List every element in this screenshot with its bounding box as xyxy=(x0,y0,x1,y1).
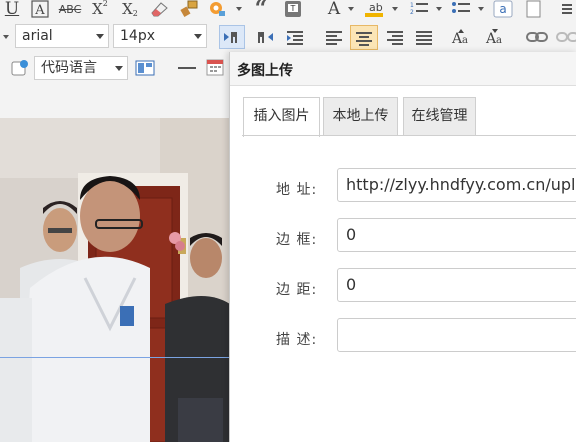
dialog-header: 多图上传 xyxy=(230,52,576,86)
align-center-icon[interactable] xyxy=(350,25,378,50)
insert-code-icon[interactable] xyxy=(10,58,30,78)
paste-plain-icon[interactable]: T xyxy=(282,0,304,18)
font-size-value: 14px xyxy=(120,28,155,44)
border-field[interactable]: 0 xyxy=(337,218,576,252)
eraser-icon[interactable] xyxy=(148,0,170,18)
font-border-icon[interactable]: A xyxy=(30,0,50,18)
chevron-down-icon xyxy=(115,66,123,71)
align-right-icon[interactable] xyxy=(382,25,408,49)
unordered-list-dropdown-icon[interactable] xyxy=(478,7,484,11)
tab-label: 插入图片 xyxy=(253,108,310,124)
svg-text:1: 1 xyxy=(410,2,414,9)
template-icon[interactable] xyxy=(134,58,156,78)
svg-text:ab: ab xyxy=(369,1,383,14)
border-label: 边 框: xyxy=(276,232,318,248)
link-icon[interactable] xyxy=(524,25,550,49)
svg-text:2: 2 xyxy=(410,9,414,16)
toolbar-row-1: U A ABC X2 X2 “ T A ab 12 a xyxy=(0,0,576,22)
paragraph-dropdown-icon[interactable] xyxy=(3,35,9,39)
more-icon[interactable] xyxy=(558,0,576,18)
date-icon[interactable] xyxy=(204,56,226,78)
svg-text:T: T xyxy=(290,4,296,13)
tab-divider xyxy=(242,135,576,136)
dialog-title: 多图上传 xyxy=(237,63,293,79)
spell-check-icon[interactable]: a xyxy=(492,0,514,18)
lowercase-icon[interactable]: Aa xyxy=(484,25,508,49)
description-label: 描 述: xyxy=(276,332,318,348)
chevron-down-icon xyxy=(96,34,104,39)
description-field[interactable] xyxy=(337,318,576,352)
auto-format-dropdown-icon[interactable] xyxy=(236,7,242,11)
code-language-value: 代码语言 xyxy=(41,60,97,76)
ltr-direction-icon[interactable] xyxy=(219,25,245,49)
margin-label: 边 距: xyxy=(276,282,318,298)
tab-local-upload[interactable]: 本地上传 xyxy=(323,97,398,135)
align-justify-icon[interactable] xyxy=(411,25,437,49)
content-image xyxy=(0,118,230,442)
toolbar-row-2: arial 14px Aa Aa xyxy=(0,22,576,52)
underline-icon[interactable]: U xyxy=(2,0,22,19)
code-language-select[interactable]: 代码语言 xyxy=(34,56,128,80)
ordered-list-dropdown-icon[interactable] xyxy=(436,7,442,11)
url-field[interactable]: http://zlyy.hndfyy.com.cn/uploa xyxy=(337,168,576,202)
tab-label: 本地上传 xyxy=(332,108,389,124)
indent-icon[interactable] xyxy=(283,25,307,49)
uppercase-icon[interactable]: Aa xyxy=(450,25,474,49)
svg-text:a: a xyxy=(462,35,468,46)
selection-guide-line xyxy=(0,357,230,358)
unordered-list-icon[interactable] xyxy=(450,0,472,18)
tab-online-manage[interactable]: 在线管理 xyxy=(403,97,476,135)
back-color-icon[interactable]: ab xyxy=(362,0,386,18)
font-family-select[interactable]: arial xyxy=(15,24,109,48)
url-label: 地 址: xyxy=(276,182,318,198)
tab-insert-image[interactable]: 插入图片 xyxy=(243,97,320,137)
strikethrough-icon[interactable]: ABC xyxy=(58,0,82,18)
font-size-select[interactable]: 14px xyxy=(113,24,207,48)
svg-text:a: a xyxy=(499,2,506,16)
multi-image-upload-dialog: 多图上传 插入图片 本地上传 在线管理 地 址: http://zlyy.hnd… xyxy=(229,52,576,442)
font-color-dropdown-icon[interactable] xyxy=(348,7,354,11)
format-painter-icon[interactable] xyxy=(178,0,200,18)
svg-text:a: a xyxy=(496,35,502,46)
page-icon[interactable] xyxy=(524,0,544,18)
align-left-icon[interactable] xyxy=(321,25,347,49)
tab-label: 在线管理 xyxy=(411,108,468,124)
svg-text:A: A xyxy=(34,3,45,18)
back-color-dropdown-icon[interactable] xyxy=(392,7,398,11)
subscript-icon[interactable]: X2 xyxy=(120,0,140,18)
rtl-direction-icon[interactable] xyxy=(253,25,277,49)
quote-icon[interactable]: “ xyxy=(250,0,272,22)
ordered-list-icon[interactable]: 12 xyxy=(408,0,430,18)
font-family-value: arial xyxy=(22,28,53,44)
horizontal-rule-icon[interactable] xyxy=(176,58,198,78)
auto-format-icon[interactable] xyxy=(206,0,228,18)
chevron-down-icon xyxy=(194,34,202,39)
font-color-icon[interactable]: A xyxy=(324,0,344,19)
unlink-icon[interactable] xyxy=(556,25,576,49)
margin-field[interactable]: 0 xyxy=(337,268,576,302)
superscript-icon[interactable]: X2 xyxy=(90,0,110,18)
